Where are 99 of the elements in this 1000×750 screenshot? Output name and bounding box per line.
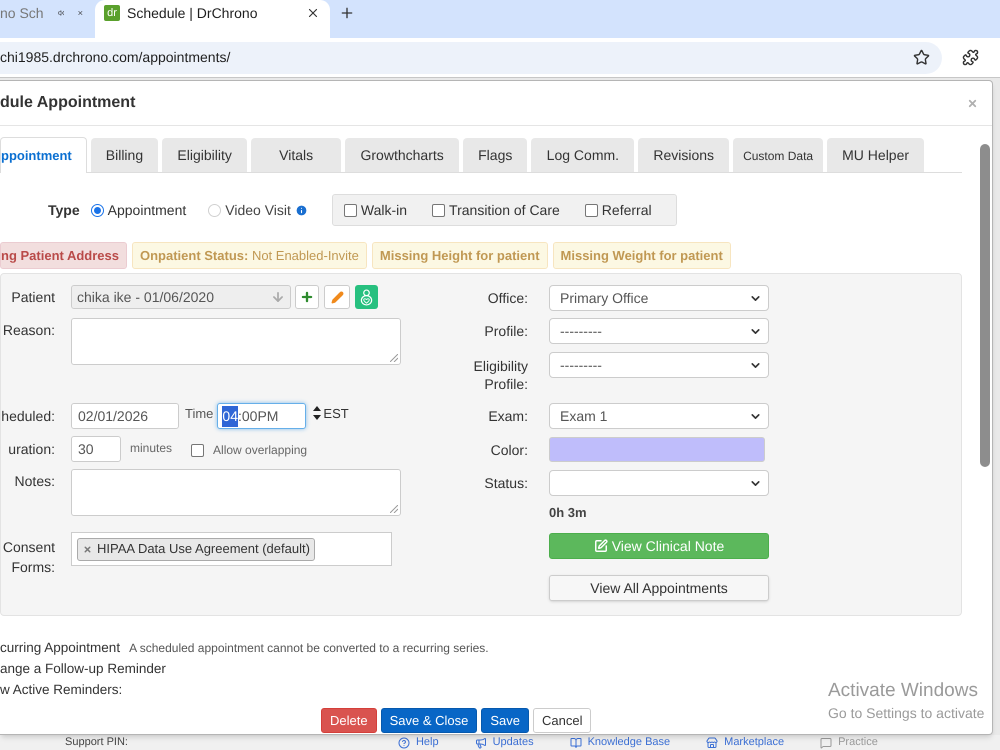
field-label: uration: (7, 440, 55, 458)
checkbox-label[interactable]: Allow overlapping (213, 441, 308, 459)
footer-link[interactable]: Updates (492, 734, 534, 750)
follow-up-reminder-toggle[interactable]: ange a Follow-up Reminder (0, 659, 166, 679)
tab-title: no Sch (0, 4, 44, 22)
active-reminders-label: w Active Reminders: (0, 681, 122, 699)
megaphone-icon[interactable] (474, 736, 487, 748)
edit-note-icon (594, 539, 608, 553)
field-label: Profile: (483, 322, 528, 341)
tab[interactable]: Revisions (638, 138, 730, 172)
radio-button[interactable] (90, 204, 104, 216)
checkbox[interactable] (584, 204, 598, 216)
consent-forms-field[interactable]: HIPAA Data Use Agreement (default) (71, 532, 392, 566)
chat-icon[interactable] (820, 736, 832, 748)
time-label: Time (185, 405, 214, 423)
info-icon[interactable] (294, 204, 308, 216)
checkbox[interactable] (344, 204, 357, 216)
field-label: Office: (486, 289, 528, 308)
scrollbar-thumb[interactable] (980, 144, 990, 467)
time-field[interactable]: 04:00PM (217, 403, 306, 429)
checkbox-label[interactable]: Referral (602, 200, 652, 220)
pencil-icon (330, 290, 344, 304)
edit-button[interactable] (324, 285, 350, 309)
checkbox[interactable] (432, 204, 446, 216)
bookmark-star-icon[interactable] (913, 49, 930, 66)
plus-icon (300, 290, 314, 304)
resize-grip-icon[interactable] (390, 505, 398, 513)
recurring-appointment-toggle[interactable]: curring Appointment (0, 638, 120, 658)
close-icon[interactable] (306, 6, 320, 20)
field-label: Color: (490, 441, 528, 460)
reason-field[interactable] (71, 318, 401, 365)
tab[interactable]: Vitals (251, 138, 342, 172)
help-icon[interactable] (398, 736, 410, 748)
activation-notice-text: Go to Settings to activate (828, 704, 984, 723)
add-button[interactable] (295, 285, 319, 309)
consent-form-name: HIPAA Data Use Agreement (default) (97, 540, 310, 558)
recurring-note: A scheduled appointment cannot be converted to a recurring series. (129, 640, 489, 657)
person-icon (360, 288, 373, 306)
sort-arrows-icon[interactable] (313, 406, 322, 420)
unit-label: minutes (130, 440, 172, 457)
field-label: Consent Forms: (2, 538, 55, 577)
tab[interactable]: Flags (463, 138, 528, 172)
book-icon[interactable] (570, 736, 582, 748)
footer-link[interactable]: Knowledge Base (588, 734, 670, 750)
timezone-label: EST (323, 405, 349, 423)
type-label: Type (48, 200, 80, 220)
alert-badge: ng Patient Address (0, 242, 127, 269)
address-bar[interactable]: chi1985.drchrono.com/appointments/ (0, 42, 942, 74)
field-label: heduled: (1, 406, 55, 426)
alert-badge: Onpatient Status: Not Enabled-Invite (132, 242, 367, 269)
select-field[interactable]: Exam 1 (549, 403, 769, 429)
tab[interactable]: Growthcharts (345, 138, 460, 172)
store-icon[interactable] (706, 736, 718, 748)
select-field[interactable]: --------- (549, 352, 769, 378)
select-field[interactable] (549, 470, 769, 496)
tab[interactable]: ppointment (0, 137, 87, 173)
field-label: Status: (483, 474, 528, 493)
radio-label[interactable]: Video Visit (225, 200, 291, 220)
view-all-appointments-button[interactable]: View All Appointments (549, 575, 769, 601)
footer-link[interactable]: Marketplace (724, 734, 784, 750)
tab[interactable]: MU Helper (827, 138, 924, 172)
resize-grip-icon[interactable] (390, 354, 398, 362)
footer-button[interactable]: Save & Close (380, 708, 478, 733)
tab[interactable]: Log Comm. (531, 138, 634, 172)
remove-icon[interactable] (83, 544, 92, 554)
select-field[interactable]: --------- (549, 318, 769, 344)
tab[interactable]: Eligibility (162, 138, 248, 172)
duration-field[interactable]: 30 (71, 436, 121, 462)
footer-button[interactable]: Delete (321, 708, 377, 733)
dialog-title: dule Appointment (0, 93, 136, 113)
tab-title: Schedule | DrChrono (127, 4, 258, 23)
field-label: Eligibility Profile: (472, 357, 528, 393)
puzzle-icon[interactable] (962, 49, 979, 66)
notes-field[interactable] (71, 469, 401, 516)
radio-label[interactable]: Appointment (108, 200, 186, 220)
site-logo: dr (104, 5, 120, 21)
select-field[interactable]: Primary Office (549, 285, 769, 311)
field-label: Patient (10, 288, 55, 307)
patient-profile-button[interactable] (355, 285, 378, 309)
field-label: Reason: (2, 321, 55, 340)
activation-notice-title: Activate Windows (828, 679, 979, 703)
support-pin-label: Support PIN: (65, 735, 128, 750)
checkbox-label[interactable]: Transition of Care (449, 200, 560, 220)
field-label: Notes: (14, 472, 55, 491)
tab[interactable]: Billing (90, 138, 158, 172)
alert-badge: Missing Weight for patient (552, 242, 731, 269)
new-tab-icon[interactable] (339, 5, 355, 21)
checkbox-label[interactable]: Walk-in (360, 200, 408, 220)
footer-link[interactable]: Help (416, 734, 439, 750)
footer-button[interactable]: Cancel (532, 708, 592, 733)
color-swatch[interactable] (549, 437, 765, 462)
field-label: Exam: (487, 407, 528, 426)
date-field[interactable]: 02/01/2026 (71, 403, 179, 429)
checkbox[interactable] (191, 444, 204, 456)
elapsed-time: 0h 3m (549, 506, 587, 520)
footer-button[interactable]: Save (481, 708, 529, 733)
browser-tab[interactable]: dr Schedule | DrChrono (95, 0, 330, 38)
alert-badge: Missing Height for patient (372, 242, 548, 269)
tab[interactable]: Custom Data (733, 138, 824, 172)
